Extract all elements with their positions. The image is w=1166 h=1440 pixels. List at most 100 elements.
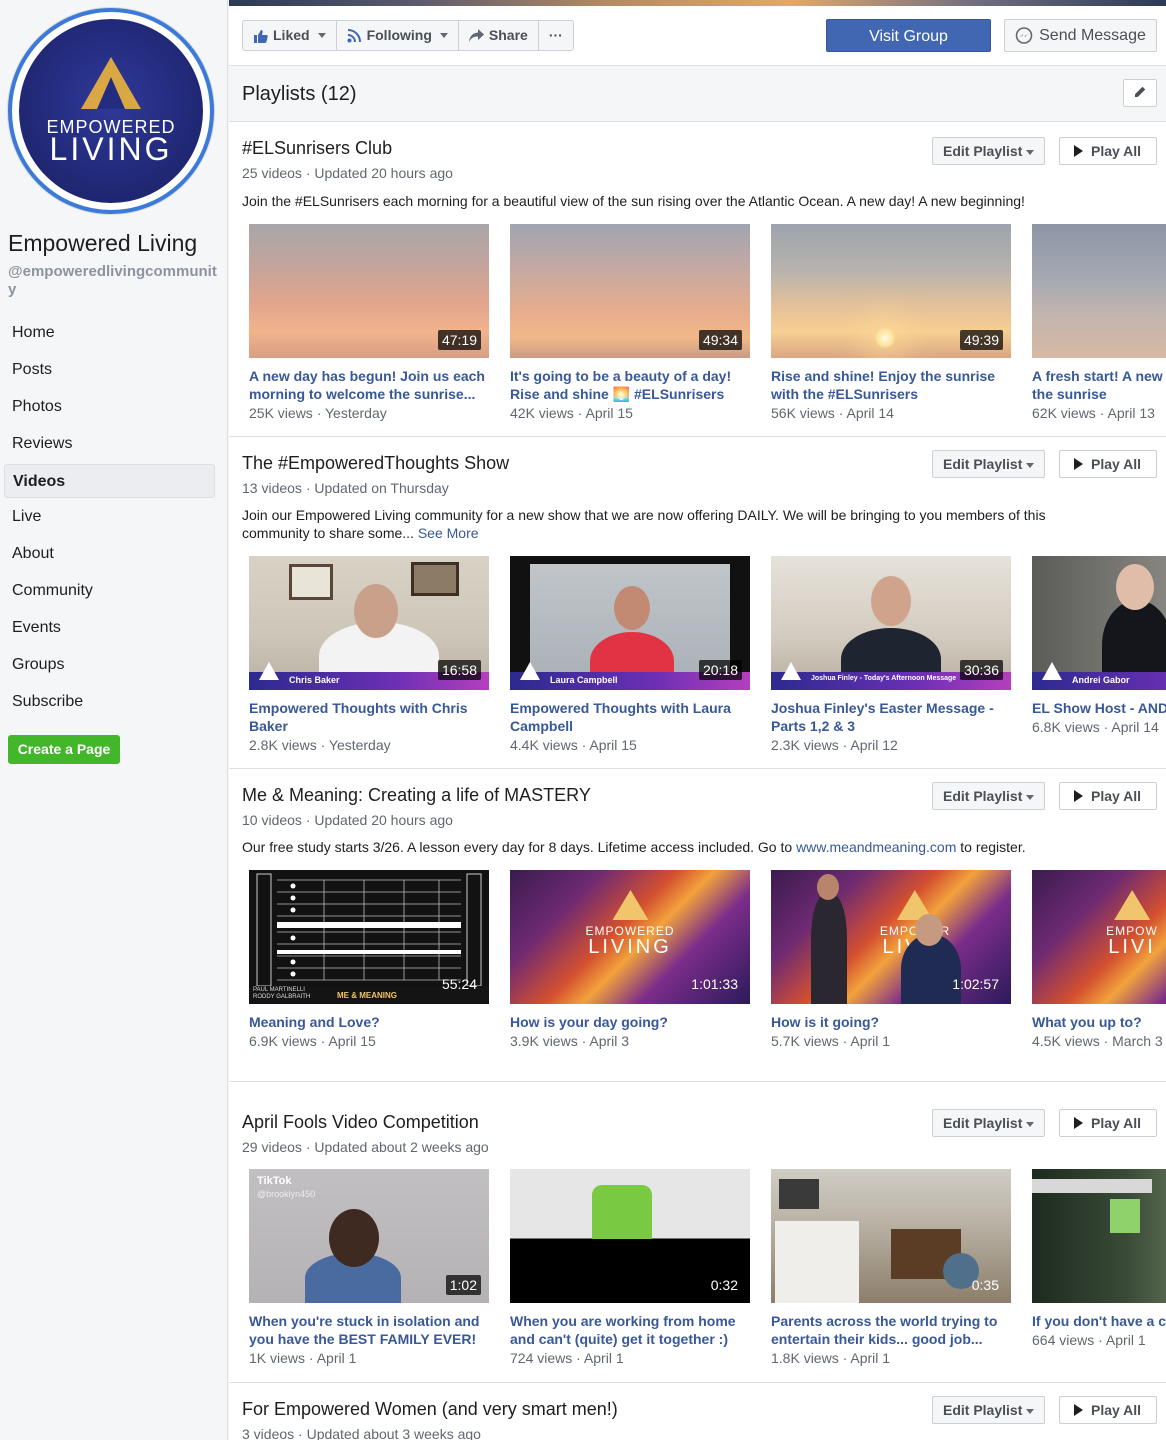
video-duration: 49:39 <box>959 330 1003 350</box>
video-thumbnail[interactable]: Andrei Gabor <box>1032 556 1166 690</box>
send-message-button[interactable]: Send Message <box>1004 19 1157 52</box>
video-thumbnail[interactable]: 49:39 <box>771 224 1011 358</box>
video-thumbnail[interactable]: Laura Campbell 20:18 <box>510 556 750 690</box>
video-card[interactable]: EMPOWER LIVIN 1:02:57 How is it going? 5… <box>771 870 1011 1049</box>
video-thumbnail[interactable]: Chris Baker 16:58 <box>249 556 489 690</box>
video-thumbnail[interactable]: TikTok @brooklyn450 1:02 <box>249 1169 489 1303</box>
video-card[interactable]: A fresh start! A new day! welcome the su… <box>1032 224 1166 421</box>
logo-text-line2: LIVING <box>588 936 672 958</box>
video-title[interactable]: A new day has begun! Join us each mornin… <box>249 367 489 403</box>
video-title[interactable]: How is it going? <box>771 1013 1011 1031</box>
video-title[interactable]: When you're stuck in isolation and you h… <box>249 1312 489 1348</box>
play-all-button[interactable]: Play All <box>1059 1109 1157 1137</box>
video-title[interactable]: Empowered Thoughts with Chris Baker <box>249 699 489 735</box>
edit-playlist-button[interactable]: Edit Playlist <box>932 782 1045 810</box>
edit-playlist-button[interactable]: Edit Playlist <box>932 137 1045 165</box>
video-thumbnail[interactable]: 0:35 <box>771 1169 1011 1303</box>
video-thumbnail[interactable]: PAUL MARTINELLI RODDY GALBRAITH ME & MEA… <box>249 870 489 1004</box>
video-card[interactable]: TikTok @brooklyn450 1:02 When you're stu… <box>249 1169 489 1366</box>
play-all-button[interactable]: Play All <box>1059 782 1157 810</box>
following-button[interactable]: Following <box>337 21 459 50</box>
nav-item-subscribe[interactable]: Subscribe <box>4 685 215 719</box>
playlist-title[interactable]: #ELSunrisers Club <box>242 138 392 159</box>
edit-playlist-label: Edit Playlist <box>943 788 1023 804</box>
playlist-title[interactable]: Me & Meaning: Creating a life of MASTERY <box>242 785 591 806</box>
video-card[interactable]: 49:39 Rise and shine! Enjoy the sunrise … <box>771 224 1011 421</box>
video-card[interactable]: EMPOW LIVI What you up to? 4.5K views · … <box>1032 870 1166 1049</box>
video-thumbnail[interactable]: EMPOWERED LIVING 1:01:33 <box>510 870 750 1004</box>
video-thumbnail[interactable]: 49:34 <box>510 224 750 358</box>
see-more-link[interactable]: See More <box>418 525 479 541</box>
nav-item-videos[interactable]: Videos <box>4 463 215 498</box>
playlist-title[interactable]: For Empowered Women (and very smart men!… <box>242 1399 618 1420</box>
page-profile-picture[interactable]: EMPOWERED LIVING <box>8 8 214 214</box>
video-title[interactable]: How is your day going? <box>510 1013 750 1031</box>
video-card[interactable]: Laura Campbell 20:18 Empowered Thoughts … <box>510 556 750 753</box>
play-all-label: Play All <box>1091 1402 1142 1418</box>
video-title[interactable]: It's going to be a beauty of a day! Rise… <box>510 367 750 403</box>
nav-item-posts[interactable]: Posts <box>4 353 215 387</box>
edit-playlist-button[interactable]: Edit Playlist <box>932 450 1045 478</box>
nav-item-groups[interactable]: Groups <box>4 648 215 682</box>
sun-graphic <box>875 328 895 348</box>
video-card[interactable]: 0:32 When you are working from home and … <box>510 1169 750 1366</box>
edit-playlists-button[interactable] <box>1123 79 1157 107</box>
video-title[interactable]: A fresh start! A new day! welcome the su… <box>1032 367 1166 403</box>
liked-button[interactable]: Liked <box>243 21 337 50</box>
play-all-button[interactable]: Play All <box>1059 1396 1157 1424</box>
playlist-title[interactable]: April Fools Video Competition <box>242 1112 479 1133</box>
video-meta: 62K views · April 13 <box>1032 405 1155 421</box>
page-handle[interactable]: @empoweredlivingcommunity <box>8 263 218 299</box>
video-title[interactable]: Empowered Thoughts with Laura Campbell <box>510 699 750 735</box>
video-title[interactable]: Parents across the world trying to enter… <box>771 1312 1011 1348</box>
visit-group-button[interactable]: Visit Group <box>826 19 991 52</box>
play-all-button[interactable]: Play All <box>1059 137 1157 165</box>
video-thumbnail[interactable]: Joshua Finley - Today's Afternoon Messag… <box>771 556 1011 690</box>
edit-playlist-button[interactable]: Edit Playlist <box>932 1396 1045 1424</box>
nav-item-reviews[interactable]: Reviews <box>4 427 215 461</box>
nav-item-live[interactable]: Live <box>4 500 215 534</box>
video-thumbnail[interactable]: 0:32 <box>510 1169 750 1303</box>
video-card[interactable]: If you don't have a c right now... 664 v… <box>1032 1169 1166 1348</box>
nav-item-events[interactable]: Events <box>4 611 215 645</box>
video-title[interactable]: When you are working from home and can't… <box>510 1312 750 1348</box>
nav-item-community[interactable]: Community <box>4 574 215 608</box>
video-card[interactable]: EMPOWERED LIVING 1:01:33 How is your day… <box>510 870 750 1049</box>
video-card[interactable]: PAUL MARTINELLI RODDY GALBRAITH ME & MEA… <box>249 870 489 1049</box>
video-thumbnail[interactable]: EMPOW LIVI <box>1032 870 1166 1004</box>
video-thumbnail[interactable] <box>1032 224 1166 358</box>
share-button[interactable]: Share <box>459 21 539 50</box>
video-thumbnail[interactable]: EMPOWER LIVIN 1:02:57 <box>771 870 1011 1004</box>
meandmeaning-link[interactable]: www.meandmeaning.com <box>796 839 956 855</box>
video-title[interactable]: Meaning and Love? <box>249 1013 489 1031</box>
edit-playlist-button[interactable]: Edit Playlist <box>932 1109 1045 1137</box>
nav-item-photos[interactable]: Photos <box>4 390 215 424</box>
page-actions-group: Liked Following Share ··· <box>242 20 574 51</box>
video-title[interactable]: What you up to? <box>1032 1013 1166 1031</box>
playlist-title[interactable]: The #EmpoweredThoughts Show <box>242 453 509 474</box>
video-card[interactable]: 47:19 A new day has begun! Join us each … <box>249 224 489 421</box>
more-options-button[interactable]: ··· <box>539 21 573 50</box>
nav-item-about[interactable]: About <box>4 537 215 571</box>
video-card[interactable]: Andrei Gabor EL Show Host - ANDREI 6.8K … <box>1032 556 1166 735</box>
page-name[interactable]: Empowered Living <box>8 230 197 257</box>
video-row: 47:19 A new day has begun! Join us each … <box>249 224 1166 454</box>
video-thumbnail[interactable] <box>1032 1169 1166 1303</box>
video-card[interactable]: Chris Baker 16:58 Empowered Thoughts wit… <box>249 556 489 753</box>
video-card[interactable]: Joshua Finley - Today's Afternoon Messag… <box>771 556 1011 753</box>
video-card[interactable]: 49:34 It's going to be a beauty of a day… <box>510 224 750 421</box>
nav-item-home[interactable]: Home <box>4 316 215 350</box>
chevron-down-icon <box>1026 794 1035 800</box>
video-meta: 1K views · April 1 <box>249 1350 357 1366</box>
video-title[interactable]: Joshua Finley's Easter Message - Parts 1… <box>771 699 1011 735</box>
video-card[interactable]: 0:35 Parents across the world trying to … <box>771 1169 1011 1366</box>
page-action-bar: Liked Following Share ··· Visit Group Se… <box>229 6 1166 66</box>
video-thumbnail[interactable]: 47:19 <box>249 224 489 358</box>
video-duration: 1:02:57 <box>952 976 999 992</box>
video-title[interactable]: EL Show Host - ANDREI <box>1032 699 1166 717</box>
video-title[interactable]: Rise and shine! Enjoy the sunrise with t… <box>771 367 1011 403</box>
create-page-button[interactable]: Create a Page <box>8 735 120 764</box>
video-title[interactable]: If you don't have a c right now... <box>1032 1312 1166 1330</box>
empowered-living-logo: EMPOWERED LIVING <box>585 890 674 959</box>
play-all-button[interactable]: Play All <box>1059 450 1157 478</box>
